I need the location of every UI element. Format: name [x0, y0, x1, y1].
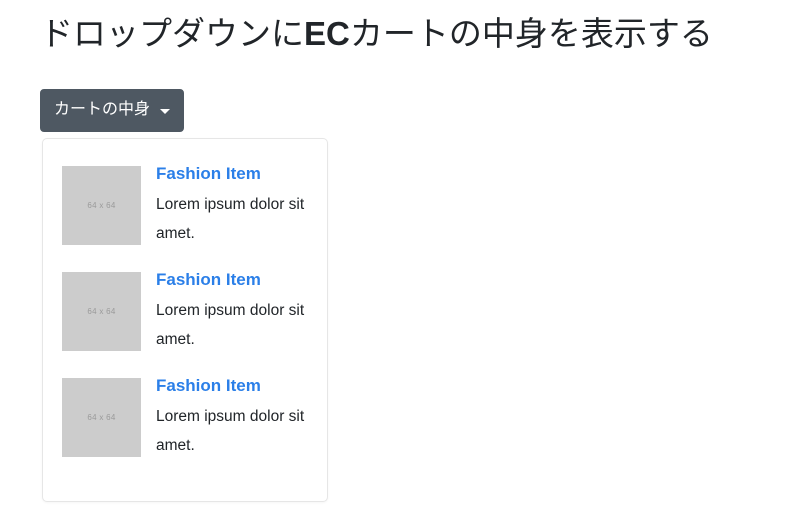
- page-title-prefix: ドロップダウンに: [40, 15, 304, 52]
- product-description: Lorem ipsum dolor sit amet.: [156, 196, 305, 242]
- cart-dropdown-toggle-button[interactable]: カートの中身: [40, 89, 185, 132]
- list-item-body: Fashion Item Lorem ipsum dolor sit amet.: [156, 268, 311, 354]
- list-item-body: Fashion Item Lorem ipsum dolor sit amet.: [156, 162, 311, 248]
- thumbnail-size-label: 64 x 64: [87, 412, 116, 422]
- list-item[interactable]: 64 x 64 Fashion Item Lorem ipsum dolor s…: [43, 152, 327, 258]
- product-thumbnail-placeholder: 64 x 64: [62, 272, 141, 351]
- product-title: Fashion Item: [156, 376, 261, 395]
- product-thumbnail-placeholder: 64 x 64: [62, 166, 141, 245]
- cart-dropdown: カートの中身 64 x 64 Fashion Item Lorem ipsum …: [40, 89, 328, 502]
- thumbnail-size-label: 64 x 64: [87, 200, 116, 210]
- chevron-down-icon: [160, 108, 171, 114]
- list-item-body: Fashion Item Lorem ipsum dolor sit amet.: [156, 374, 311, 460]
- page-root: ドロップダウンにECカートの中身を表示する カートの中身 64 x 64 Fas…: [0, 0, 800, 527]
- product-description: Lorem ipsum dolor sit amet.: [156, 302, 305, 348]
- cart-dropdown-toggle-label: カートの中身: [54, 101, 151, 118]
- list-item[interactable]: 64 x 64 Fashion Item Lorem ipsum dolor s…: [43, 258, 327, 364]
- cart-dropdown-menu: 64 x 64 Fashion Item Lorem ipsum dolor s…: [42, 138, 328, 502]
- product-description: Lorem ipsum dolor sit amet.: [156, 408, 305, 454]
- list-item[interactable]: 64 x 64 Fashion Item Lorem ipsum dolor s…: [43, 364, 327, 470]
- page-title: ドロップダウンにECカートの中身を表示する: [40, 12, 713, 56]
- page-title-suffix: カートの中身を表示する: [349, 15, 713, 52]
- product-title: Fashion Item: [156, 164, 261, 183]
- page-title-emphasis: EC: [304, 15, 350, 52]
- thumbnail-size-label: 64 x 64: [87, 306, 116, 316]
- product-thumbnail-placeholder: 64 x 64: [62, 378, 141, 457]
- product-title: Fashion Item: [156, 270, 261, 289]
